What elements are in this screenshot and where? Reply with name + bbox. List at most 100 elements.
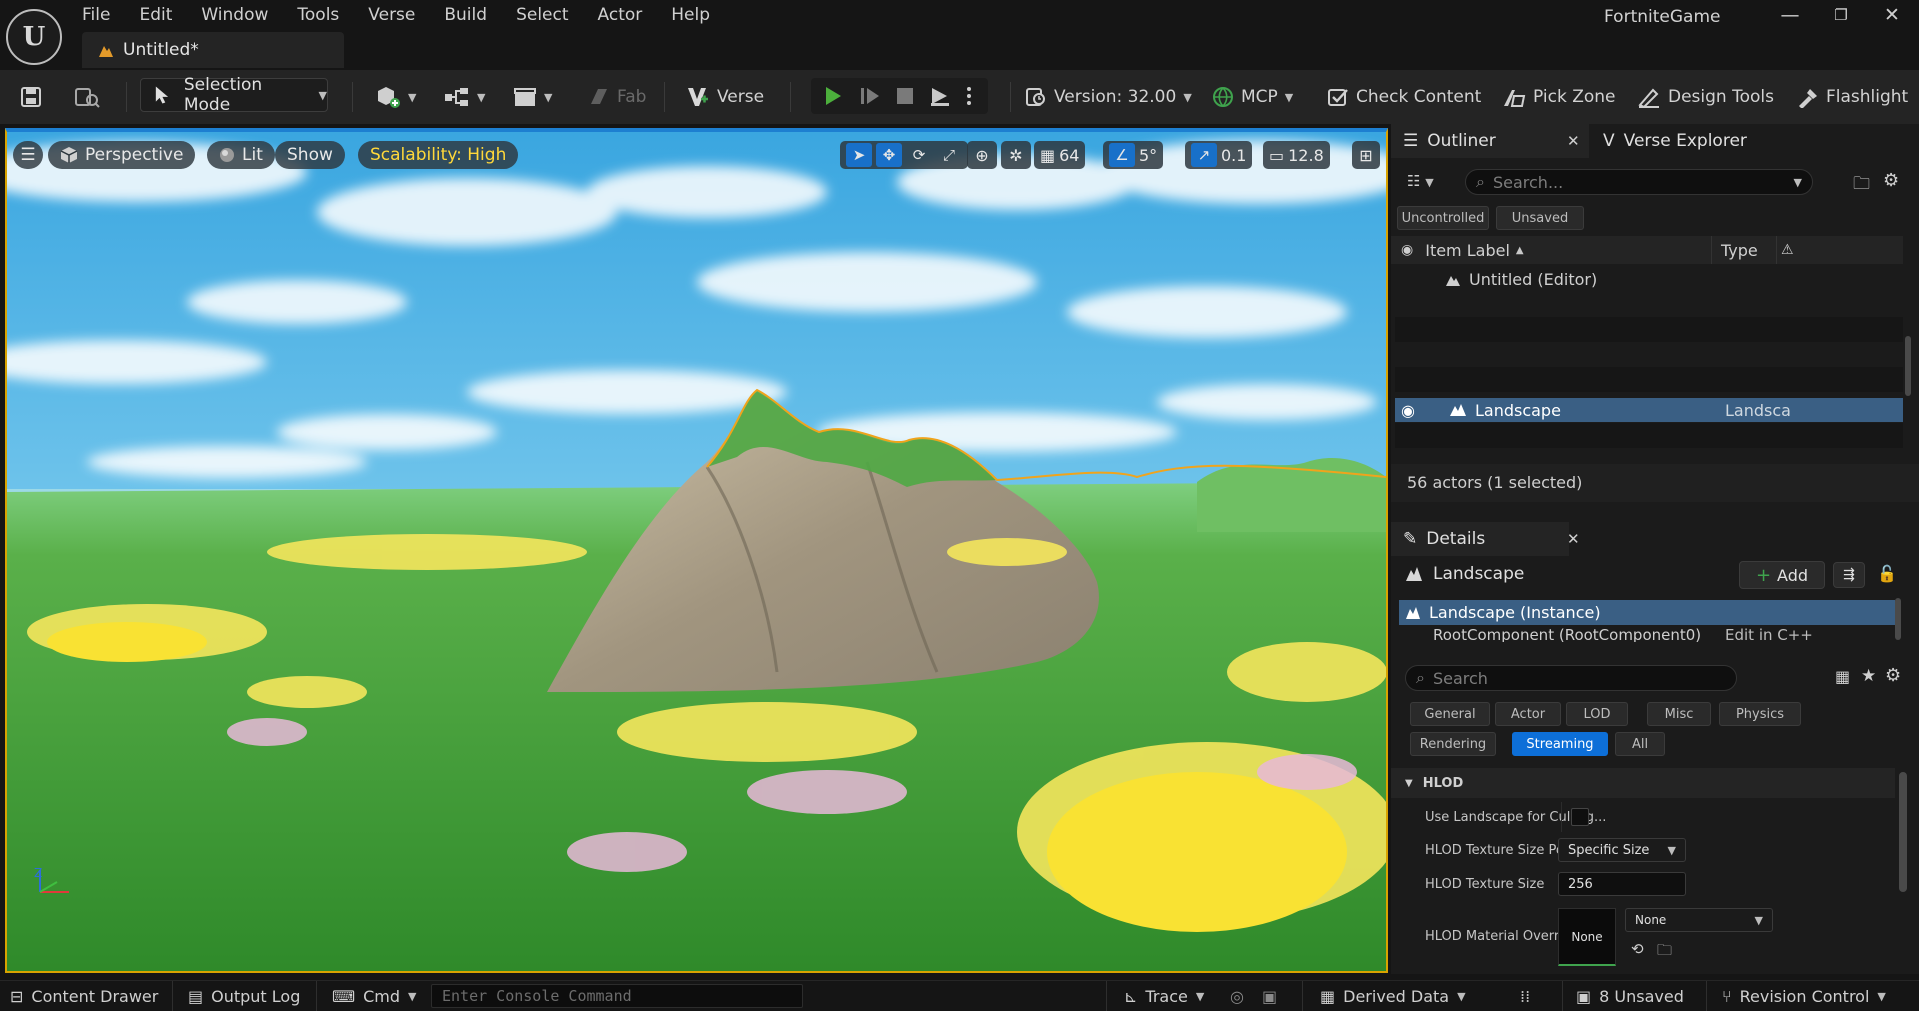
close-details-icon[interactable]: ✕: [1567, 530, 1580, 548]
lit-button[interactable]: Lit: [207, 141, 275, 169]
tab-outliner[interactable]: ☰ Outliner: [1391, 124, 1589, 158]
column-type[interactable]: Type: [1721, 241, 1758, 260]
flashlight-button[interactable]: Flashlight: [1797, 81, 1908, 113]
column-item-label[interactable]: Item Label: [1425, 241, 1510, 260]
favorite-star-icon[interactable]: ★: [1861, 666, 1876, 686]
cinematics-button[interactable]: ▼: [513, 81, 552, 113]
visibility-eye-icon[interactable]: ◉: [1401, 401, 1415, 420]
blueprint-convert-icon[interactable]: ⇶: [1833, 562, 1865, 588]
fab-button[interactable]: Fab: [588, 81, 646, 113]
show-button[interactable]: Show: [275, 141, 345, 169]
texture-size-input[interactable]: 256: [1558, 872, 1686, 896]
components-scrollbar[interactable]: [1895, 598, 1901, 640]
add-component-button[interactable]: + Add: [1739, 561, 1825, 589]
chip-general[interactable]: General: [1410, 702, 1490, 726]
eject-button[interactable]: [929, 86, 951, 106]
document-tab[interactable]: Untitled*: [82, 32, 344, 68]
chip-lod[interactable]: LOD: [1566, 702, 1628, 726]
step-frame-button[interactable]: [859, 86, 881, 106]
scalability-button[interactable]: Scalability: High: [358, 141, 519, 169]
menu-verse[interactable]: Verse: [368, 5, 415, 25]
screenshot-trace-icon[interactable]: ▣: [1262, 981, 1277, 1011]
chip-all[interactable]: All: [1615, 732, 1665, 756]
outliner-scrollbar[interactable]: [1905, 336, 1911, 396]
material-thumbnail[interactable]: None: [1558, 908, 1616, 966]
world-local-toggle[interactable]: ⊕: [967, 141, 997, 169]
visibility-eye-icon[interactable]: ◉: [1401, 242, 1413, 258]
scale-snap-control[interactable]: ↗ 0.1: [1185, 141, 1253, 169]
component-instance-row[interactable]: Landscape (Instance): [1399, 600, 1895, 625]
console-command-input[interactable]: Enter Console Command: [431, 984, 803, 1008]
browse-asset-icon[interactable]: 🗀: [1657, 940, 1672, 965]
browse-button[interactable]: [74, 81, 100, 113]
menu-window[interactable]: Window: [201, 5, 268, 25]
texture-size-policy-dropdown[interactable]: Specific Size ▼: [1558, 838, 1686, 862]
stop-button[interactable]: [897, 88, 913, 104]
culling-checkbox[interactable]: [1571, 808, 1589, 826]
blueprint-button[interactable]: ▼: [444, 81, 485, 113]
selection-mode-dropdown[interactable]: Selection Mode ▼: [140, 75, 328, 115]
unsaved-button[interactable]: ▣ 8 Unsaved: [1576, 981, 1684, 1011]
menu-actor[interactable]: Actor: [598, 5, 643, 25]
scale-icon[interactable]: ⤢: [936, 143, 962, 167]
tab-verse-explorer[interactable]: V Verse Explorer: [1591, 124, 1781, 158]
table-view-icon[interactable]: ▦: [1835, 667, 1850, 686]
derived-data-dropdown[interactable]: ▦ Derived Data ▼: [1320, 981, 1466, 1011]
content-drawer-button[interactable]: ⊟ Content Drawer: [10, 981, 158, 1011]
add-folder-icon[interactable]: 🗀: [1853, 171, 1870, 200]
outliner-row-world[interactable]: Untitled (Editor): [1395, 267, 1903, 292]
add-actor-button[interactable]: ▼: [375, 81, 416, 113]
check-content-button[interactable]: Check Content: [1327, 81, 1481, 113]
menu-select[interactable]: Select: [516, 5, 568, 25]
lock-icon[interactable]: 🔓: [1877, 564, 1897, 583]
surface-snap-toggle[interactable]: ✲: [1001, 141, 1031, 169]
play-button[interactable]: [823, 86, 843, 106]
settings-gear-icon[interactable]: ⚙: [1885, 665, 1901, 686]
outliner-row-landscape[interactable]: ◉ Landscape Landsca: [1395, 398, 1903, 422]
mcp-dropdown[interactable]: MCP ▼: [1212, 81, 1293, 113]
chip-misc[interactable]: Misc: [1647, 702, 1711, 726]
select-arrow-icon[interactable]: ➤: [846, 143, 872, 167]
revision-control-dropdown[interactable]: ⑂ Revision Control ▼: [1722, 981, 1886, 1011]
menu-file[interactable]: File: [82, 5, 110, 25]
hlod-section-header[interactable]: ▼ HLOD: [1391, 768, 1895, 798]
rotation-snap-control[interactable]: ∠ 5°: [1103, 141, 1164, 169]
trace-dropdown[interactable]: ⊾ Trace ▼: [1124, 981, 1204, 1011]
filter-uncontrolled[interactable]: Uncontrolled: [1397, 206, 1489, 230]
unreal-logo-icon[interactable]: U: [6, 9, 62, 65]
material-override-dropdown[interactable]: None ▼: [1625, 908, 1773, 932]
tab-details[interactable]: ✎ Details: [1391, 522, 1569, 556]
chip-rendering[interactable]: Rendering: [1410, 732, 1496, 756]
outliner-search-input[interactable]: ⌕ Search... ▼: [1465, 169, 1813, 195]
filter-dropdown[interactable]: ☷ ▼: [1407, 172, 1434, 190]
verse-button[interactable]: Verse: [686, 81, 764, 113]
viewport-menu-button[interactable]: ☰: [13, 141, 43, 169]
play-options-icon[interactable]: [966, 86, 972, 106]
move-icon[interactable]: ✥: [876, 143, 902, 167]
menu-help[interactable]: Help: [671, 5, 710, 25]
use-selected-icon[interactable]: ⟲: [1631, 940, 1644, 958]
menu-build[interactable]: Build: [444, 5, 487, 25]
cmd-dropdown[interactable]: ⌨ Cmd ▼: [332, 981, 416, 1011]
chip-physics[interactable]: Physics: [1719, 702, 1801, 726]
design-tools-button[interactable]: Design Tools: [1637, 81, 1774, 113]
version-dropdown[interactable]: Version: 32.00 ▼: [1025, 81, 1192, 113]
root-component-row[interactable]: RootComponent (RootComponent0) Edit in C…: [1399, 626, 1895, 642]
filter-unsaved[interactable]: Unsaved: [1496, 206, 1584, 230]
settings-gear-icon[interactable]: ⚙: [1883, 170, 1899, 191]
edit-in-cpp-link[interactable]: Edit in C++: [1725, 626, 1813, 642]
pick-zone-button[interactable]: Pick Zone: [1502, 81, 1615, 113]
minimize-button[interactable]: —: [1770, 2, 1810, 28]
chip-streaming[interactable]: Streaming: [1512, 732, 1608, 756]
output-log-button[interactable]: ▤ Output Log: [188, 981, 300, 1011]
menu-edit[interactable]: Edit: [139, 5, 172, 25]
viewport-layout-button[interactable]: ⊞: [1352, 141, 1380, 169]
details-search-input[interactable]: ⌕ Search: [1405, 665, 1737, 691]
grid-snap-control[interactable]: ▦ 64: [1034, 141, 1086, 169]
close-window-button[interactable]: ✕: [1872, 2, 1912, 28]
rotate-icon[interactable]: ⟳: [906, 143, 932, 167]
details-scrollbar[interactable]: [1899, 772, 1907, 892]
perspective-button[interactable]: Perspective: [48, 141, 196, 169]
background-tasks-icon[interactable]: ⁞⁞: [1520, 981, 1530, 1011]
camera-speed-control[interactable]: ▭ 12.8: [1263, 141, 1330, 169]
